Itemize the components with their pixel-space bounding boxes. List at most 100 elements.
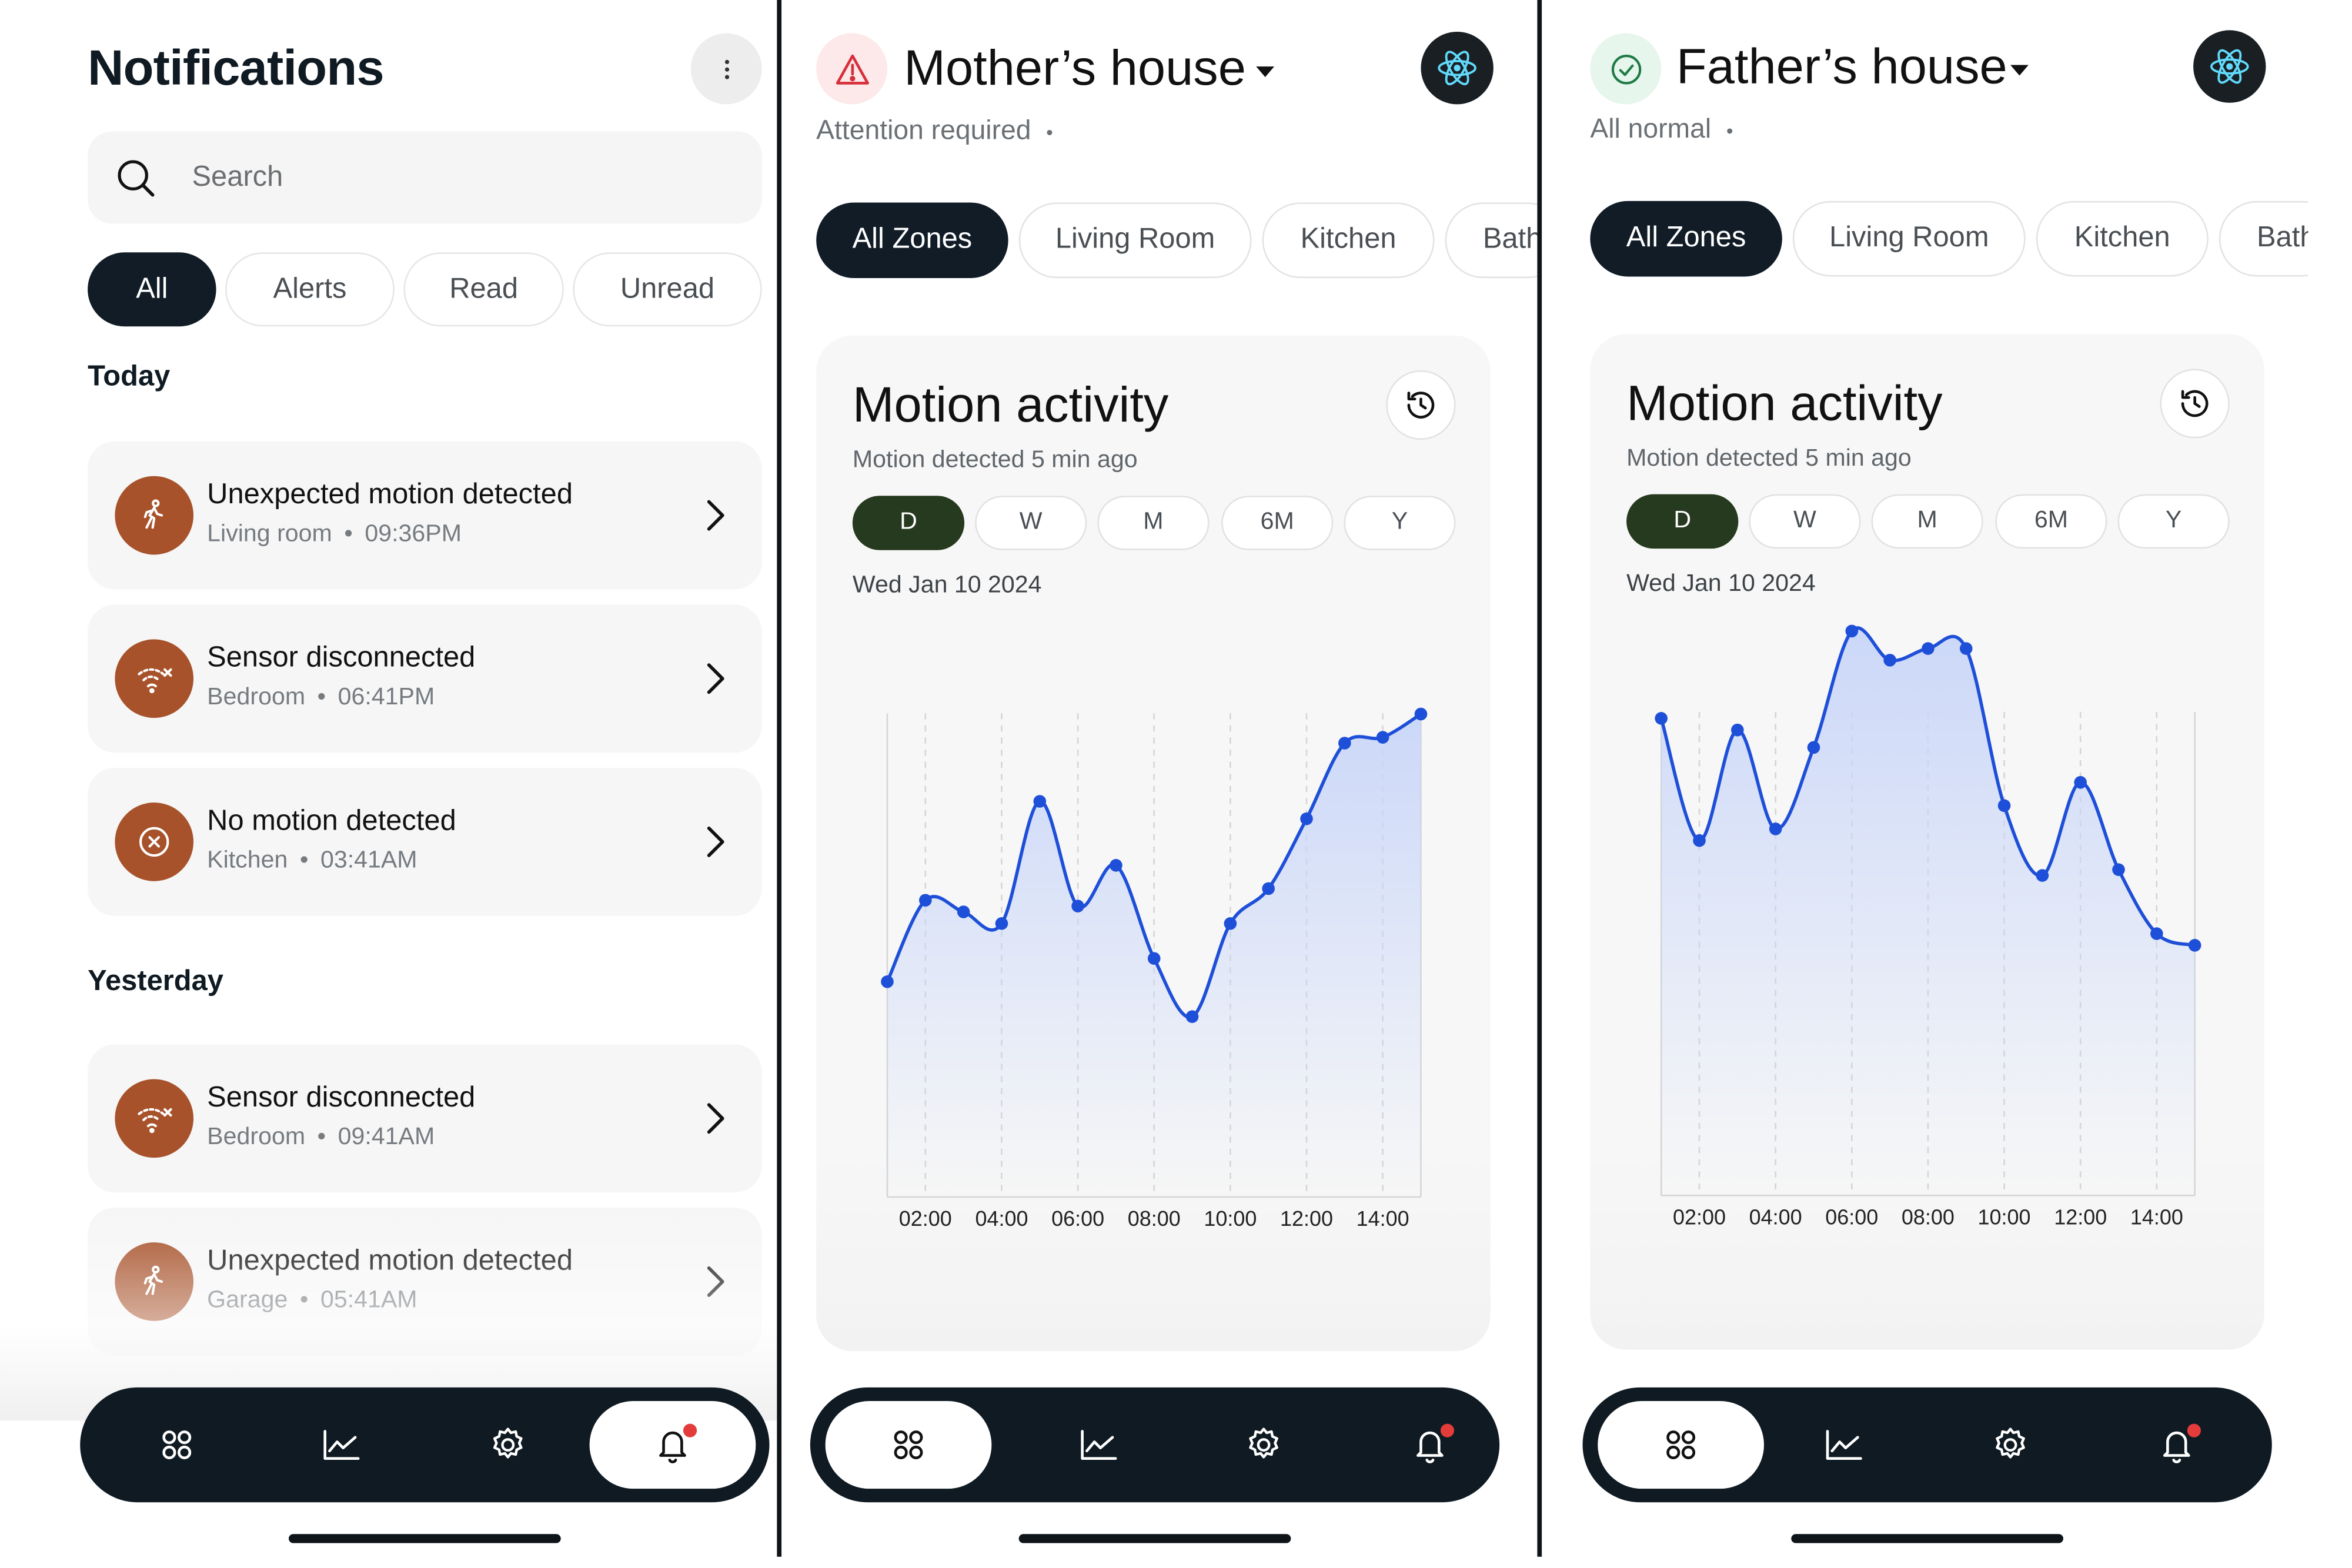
zone-bath[interactable]: Bath bbox=[1445, 202, 1538, 279]
search-icon bbox=[116, 158, 156, 198]
notification-meta: Bedroom • 06:41PM bbox=[207, 685, 435, 712]
x-tick-label: 06:00 bbox=[1051, 1206, 1104, 1231]
filter-read[interactable]: Read bbox=[403, 252, 564, 327]
motion-chart: 02:00 04:00 06:00 08:00 10:00 12:00 14:00 bbox=[881, 707, 1428, 1231]
chart-data-point bbox=[1845, 624, 1859, 638]
home-indicator bbox=[289, 1534, 561, 1543]
filter-unread[interactable]: Unread bbox=[573, 252, 762, 327]
zone-kitchen[interactable]: Kitchen bbox=[2036, 200, 2209, 277]
wifi-off-icon bbox=[115, 639, 194, 718]
filter-alerts[interactable]: Alerts bbox=[225, 252, 395, 327]
notification-meta: Bedroom • 09:41AM bbox=[207, 1125, 435, 1152]
zone-living-room[interactable]: Living Room bbox=[1792, 200, 2026, 277]
chart-data-point bbox=[1922, 642, 1935, 655]
grid-icon bbox=[162, 1430, 192, 1460]
zone-living-room[interactable]: Living Room bbox=[1018, 202, 1252, 279]
zone-bath[interactable]: Bath bbox=[2219, 200, 2308, 277]
panel-divider bbox=[777, 0, 782, 1557]
more-options-button[interactable] bbox=[690, 33, 762, 105]
status-indicator bbox=[1590, 33, 1662, 105]
x-tick-label: 04:00 bbox=[975, 1206, 1028, 1231]
separator-dot: • bbox=[317, 684, 326, 711]
nav-analytics[interactable] bbox=[1800, 1401, 1888, 1489]
grid-icon bbox=[894, 1430, 923, 1460]
x-tick-label: 10:00 bbox=[1204, 1206, 1257, 1231]
nav-analytics[interactable] bbox=[298, 1401, 385, 1489]
filter-all[interactable]: All bbox=[88, 252, 216, 327]
nav-notifications[interactable] bbox=[589, 1401, 756, 1489]
chevron-right-icon bbox=[707, 500, 724, 531]
person-walking-icon bbox=[115, 1242, 194, 1321]
bottom-nav bbox=[1582, 1387, 2272, 1503]
circle-x-icon bbox=[115, 803, 194, 881]
caret-down-icon[interactable] bbox=[2010, 65, 2029, 76]
house-selector[interactable]: Mother’s house bbox=[904, 39, 1246, 97]
house-selector[interactable]: Father’s house bbox=[1676, 38, 2007, 95]
chart-data-point bbox=[1997, 799, 2011, 813]
notification-item[interactable]: No motion detected Kitchen • 03:41AM bbox=[88, 767, 762, 916]
notification-time: 03:41AM bbox=[320, 848, 417, 874]
chart-data-point bbox=[1071, 900, 1084, 912]
nav-settings[interactable] bbox=[464, 1401, 552, 1489]
notification-item[interactable]: Sensor disconnected Bedroom • 09:41AM bbox=[88, 1044, 762, 1193]
notification-time: 09:41AM bbox=[338, 1124, 435, 1151]
chart-data-point bbox=[1147, 952, 1161, 965]
notification-title: Unexpected motion detected bbox=[207, 1245, 573, 1278]
notification-title: Sensor disconnected bbox=[207, 642, 476, 674]
notifications-screen: Notifications All Alerts Read Unread Tod… bbox=[0, 0, 777, 1557]
nav-notifications[interactable] bbox=[2133, 1401, 2220, 1489]
nav-settings[interactable] bbox=[1966, 1401, 2054, 1489]
search-input[interactable] bbox=[192, 161, 676, 195]
chart-data-point bbox=[2112, 863, 2125, 876]
chart-data-point bbox=[1959, 642, 1973, 655]
notification-time: 06:41PM bbox=[338, 684, 435, 711]
react-logo-button[interactable] bbox=[2193, 30, 2266, 103]
separator-dot: • bbox=[317, 1124, 326, 1151]
house-status-text: All normal • bbox=[1590, 113, 1733, 145]
react-logo-button[interactable] bbox=[1421, 31, 1494, 105]
notification-item[interactable]: Unexpected motion detected Garage • 05:41A… bbox=[88, 1207, 762, 1356]
separator-dot: • bbox=[299, 1288, 309, 1313]
notification-time: 09:36PM bbox=[365, 521, 462, 547]
warning-triangle-icon bbox=[835, 54, 868, 84]
nav-dashboard[interactable] bbox=[1598, 1401, 1765, 1489]
notification-item[interactable]: Unexpected motion detected Living room • 0… bbox=[88, 441, 762, 590]
chevron-right-icon bbox=[707, 1103, 724, 1134]
chart-data-point bbox=[1262, 882, 1275, 895]
x-tick-label: 02:00 bbox=[1673, 1205, 1726, 1229]
search-bar[interactable] bbox=[88, 131, 762, 224]
chart-data-point bbox=[2150, 927, 2163, 940]
chart-data-point bbox=[2036, 869, 2049, 882]
chart-data-point bbox=[1376, 731, 1389, 744]
notification-badge bbox=[2187, 1423, 2201, 1437]
notification-title: No motion detected bbox=[207, 805, 456, 838]
panel-divider bbox=[1537, 0, 1542, 1557]
nav-analytics[interactable] bbox=[1055, 1401, 1142, 1489]
chart-data-point bbox=[1731, 723, 1744, 737]
chart-data-point bbox=[2188, 939, 2201, 952]
notification-room: Kitchen bbox=[207, 848, 288, 874]
nav-dashboard[interactable] bbox=[133, 1401, 220, 1489]
chart-data-point bbox=[1110, 859, 1122, 872]
separator-dot: • bbox=[344, 521, 353, 547]
notification-meta: Kitchen • 03:41AM bbox=[207, 848, 417, 875]
separator-dot: • bbox=[1046, 121, 1053, 144]
ellipsis-vertical-icon bbox=[724, 59, 729, 79]
person-walking-icon bbox=[115, 476, 194, 555]
nav-settings[interactable] bbox=[1220, 1401, 1308, 1489]
chart-data-point bbox=[1300, 812, 1313, 825]
chart-data-point bbox=[1185, 1010, 1199, 1023]
chart-data-point bbox=[957, 905, 970, 918]
chart-data-point bbox=[1033, 795, 1047, 808]
chart-data-point bbox=[1883, 654, 1896, 667]
zone-kitchen[interactable]: Kitchen bbox=[1262, 202, 1435, 279]
nav-dashboard[interactable] bbox=[825, 1401, 992, 1489]
zone-all-zones[interactable]: All Zones bbox=[816, 202, 1008, 279]
notification-meta: Living room • 09:36PM bbox=[207, 521, 462, 549]
notification-title: Unexpected motion detected bbox=[207, 479, 573, 511]
notification-item[interactable]: Sensor disconnected Bedroom • 06:41PM bbox=[88, 604, 762, 753]
zone-all-zones[interactable]: All Zones bbox=[1590, 200, 1782, 277]
react-logo-icon bbox=[2210, 49, 2249, 84]
caret-down-icon[interactable] bbox=[1256, 66, 1275, 78]
nav-notifications[interactable] bbox=[1386, 1401, 1474, 1489]
